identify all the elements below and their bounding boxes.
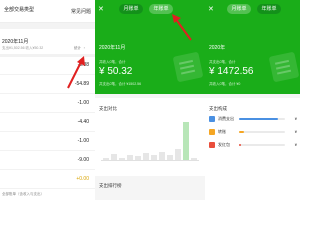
chevron-right-icon: ›	[83, 45, 85, 50]
expense-label: 共支出0笔，合计	[209, 60, 236, 64]
category-share-bar	[239, 131, 285, 133]
tab-yearly[interactable]: 年账单	[257, 4, 281, 14]
chart-bar[interactable]	[159, 151, 165, 160]
income-label: 共收入0笔，合计	[99, 60, 126, 64]
red-arrow-annotation	[67, 56, 85, 89]
category-share-bar	[239, 118, 285, 120]
faq-link[interactable]: 常见问题	[71, 8, 91, 15]
transaction-type-filter[interactable]: 全部交易类型	[4, 6, 34, 13]
expense-summary: 共支出0笔，合计 ¥1502.56	[99, 82, 142, 86]
income-amount: ¥ 50.32	[99, 66, 133, 77]
category-name: 发红包	[218, 142, 230, 147]
red-arrow-annotation	[172, 14, 192, 41]
stats-button[interactable]: 统计	[74, 46, 81, 51]
bill-illustration	[172, 51, 204, 83]
category-row[interactable]: 转账 ¥	[209, 129, 297, 139]
category-icon	[209, 142, 215, 148]
category-row[interactable]: 发红包 ¥	[209, 142, 297, 152]
category-amount: ¥	[294, 142, 297, 147]
category-share-fill	[239, 144, 242, 146]
close-icon[interactable]: ✕	[98, 5, 104, 13]
category-name: 转账	[218, 129, 226, 134]
month-selector[interactable]: 2020年11月	[99, 44, 125, 51]
transaction-list-panel: 全部交易类型 常见问题 2020年11月 支出¥1,502.56 收入¥50.3…	[0, 0, 95, 200]
row-divider	[0, 188, 95, 189]
yearly-bill-panel: ✕ 月账单 年账单 2020年 共支出0笔，合计 ¥ 1472.56 共收入0笔…	[205, 0, 300, 200]
category-icon	[209, 129, 215, 135]
chart-title: 支出对比	[99, 106, 117, 111]
tab-monthly[interactable]: 月账单	[227, 4, 251, 14]
year-selector[interactable]: 2020年	[209, 44, 225, 51]
chart-bar-current[interactable]	[183, 122, 189, 160]
expense-compare-card: 支出对比	[95, 98, 205, 176]
chart-bar[interactable]	[175, 149, 181, 160]
category-amount: ¥	[294, 116, 297, 121]
row-divider	[0, 112, 95, 113]
category-share-bar	[239, 144, 285, 146]
list-footer: 全部账单（含收入与支出）	[2, 192, 44, 196]
row-divider	[0, 169, 95, 170]
category-share-fill	[239, 131, 244, 133]
month-selector[interactable]: 2020年11月	[2, 38, 28, 45]
category-share-fill	[239, 118, 279, 120]
chart-baseline	[101, 160, 199, 161]
bill-illustration	[268, 51, 300, 83]
row-divider	[0, 131, 95, 132]
category-amount: ¥	[294, 129, 297, 134]
income-summary: 共收入0笔，合计 ¥0	[209, 82, 241, 86]
transaction-amount: -1.00	[77, 138, 89, 144]
tab-monthly[interactable]: 月账单	[119, 4, 143, 14]
top-bar: 全部交易类型 常见问题	[0, 0, 95, 22]
category-name: 消费支出	[218, 116, 234, 121]
row-divider	[0, 93, 95, 94]
expense-amount: ¥ 1472.56	[209, 66, 254, 77]
close-icon[interactable]: ✕	[208, 5, 214, 13]
transaction-amount: -4.40	[77, 119, 89, 125]
category-icon	[209, 116, 215, 122]
expense-ranking-title: 支出排行榜	[99, 183, 122, 188]
monthly-bill-panel: ✕ 月账单 年账单 2020年11月 共收入0笔，合计 ¥ 50.32 共支出0…	[95, 0, 205, 200]
filter-strip	[0, 23, 95, 29]
summary-header: ✕ 月账单 年账单 2020年 共支出0笔，合计 ¥ 1472.56 共收入0笔…	[205, 0, 300, 94]
expense-distribution-card: 支出构成 消费支出 ¥ 转账 ¥ 发红包 ¥	[205, 98, 300, 200]
category-row[interactable]: 消费支出 ¥	[209, 116, 297, 126]
bar-chart	[101, 118, 199, 160]
row-divider	[0, 150, 95, 151]
chart-bar[interactable]	[143, 153, 149, 160]
month-summary: 支出¥1,502.56 收入¥50.32	[2, 46, 44, 50]
transaction-amount: -9.00	[77, 157, 89, 163]
transaction-amount: -1.00	[77, 100, 89, 106]
distribution-title: 支出构成	[209, 106, 227, 111]
transaction-amount: +0.00	[76, 176, 89, 182]
